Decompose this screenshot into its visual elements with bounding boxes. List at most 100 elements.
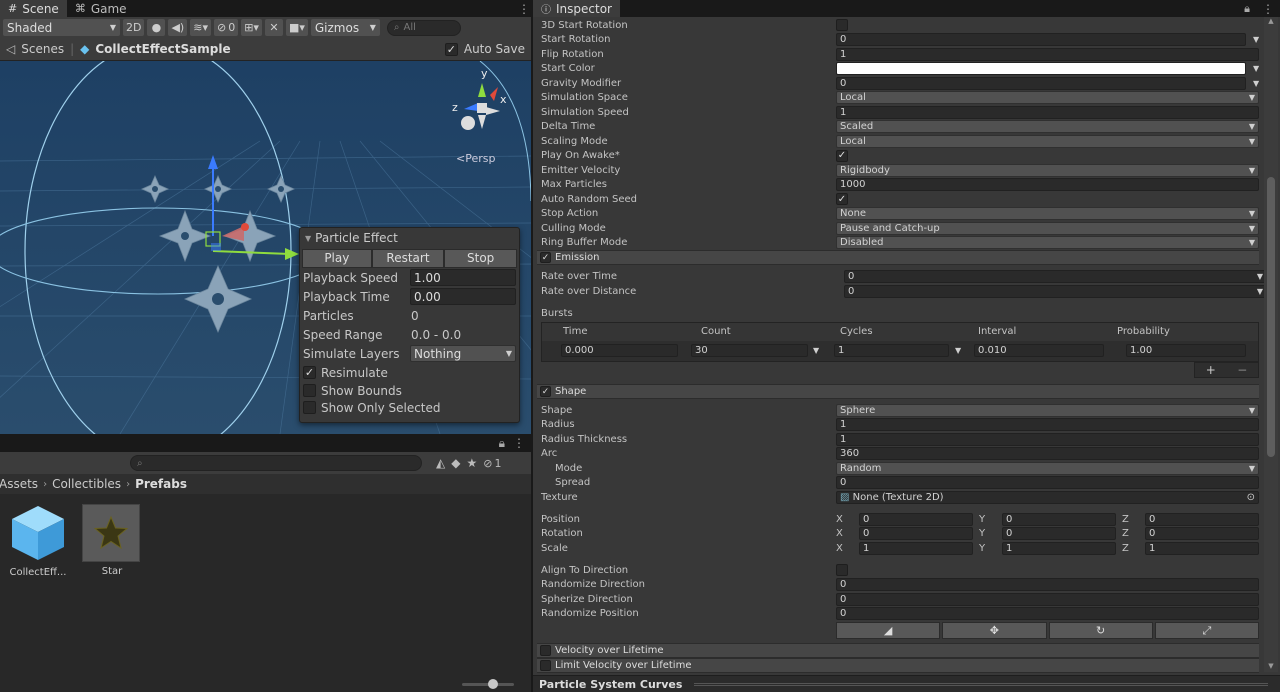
show-only-selected-checkbox[interactable] — [303, 401, 316, 414]
emitter-velocity-dropdown[interactable]: Rigidbody ▼ — [836, 163, 1259, 177]
position-x-input[interactable]: 0 — [859, 512, 973, 526]
object-picker-icon[interactable]: ⊙ — [1247, 492, 1255, 503]
burst-cycles-input[interactable]: 1 — [834, 344, 949, 357]
asset-item-star[interactable]: Star — [82, 504, 142, 582]
max-particles-input[interactable]: 1000 — [836, 178, 1259, 191]
scale-y-input[interactable]: 1 — [1002, 541, 1116, 555]
stop-action-dropdown[interactable]: None ▼ — [836, 207, 1259, 220]
drag-handle[interactable] — [694, 682, 1268, 686]
shape-module-header[interactable]: ✓ Shape — [537, 384, 1259, 399]
shading-dropdown[interactable]: Shaded ▼ — [3, 19, 120, 36]
rate-over-distance-input[interactable]: 0 ▼ — [844, 284, 1267, 298]
asset-item-collecteffect[interactable]: CollectEff... — [6, 504, 70, 582]
playback-speed-input[interactable]: 1.00 — [410, 269, 516, 286]
texture-object-field[interactable]: ▨ None (Texture 2D) ⊙ — [836, 490, 1259, 504]
burst-interval-input[interactable]: 0.010 — [974, 344, 1104, 357]
grid-toggle-icon[interactable]: ⊞▾ — [241, 19, 262, 36]
more-menu-icon[interactable]: ⋮ — [1256, 0, 1280, 17]
radius-thickness-input[interactable]: 1 — [836, 432, 1259, 446]
filter-label-icon[interactable]: ◆ — [451, 456, 460, 470]
arc-input[interactable]: 360 — [836, 447, 1259, 460]
scale-x-input[interactable]: 1 — [859, 541, 973, 555]
curve-dropdown-icon[interactable]: ▼ — [1253, 79, 1259, 88]
auto-random-seed-checkbox[interactable]: ✓ — [836, 193, 848, 205]
thumbnail-size-slider[interactable] — [462, 679, 514, 689]
limit-velocity-over-lifetime-checkbox[interactable] — [540, 660, 551, 671]
breadcrumb-collectibles[interactable]: Collectibles — [52, 477, 121, 491]
scale-tool-icon[interactable]: ⤢ — [1154, 622, 1259, 639]
breadcrumb-prefabs[interactable]: Prefabs — [135, 477, 187, 491]
audio-toggle-icon[interactable]: ◀) — [168, 19, 188, 36]
rotate-tool-icon[interactable]: ↻ — [1048, 622, 1153, 639]
randomize-direction-input[interactable]: 0 — [836, 578, 1259, 591]
auto-save-checkbox[interactable]: ✓ — [444, 42, 458, 56]
lock-icon[interactable]: 🔒︎ — [1238, 0, 1256, 17]
tab-inspector[interactable]: ⓘ Inspector — [533, 0, 620, 17]
breadcrumb-assets[interactable]: Assets — [0, 477, 38, 491]
spherize-direction-input[interactable]: 0 — [836, 592, 1259, 606]
add-burst-button[interactable]: + — [1206, 363, 1216, 377]
randomize-position-input[interactable]: 0 — [836, 607, 1259, 620]
shape-dropdown[interactable]: Sphere ▼ — [836, 403, 1259, 417]
gradient-dropdown-icon[interactable]: ▼ — [1253, 64, 1259, 73]
3d-start-rotation-checkbox[interactable] — [836, 19, 848, 31]
tab-scene[interactable]: # Scene — [0, 0, 67, 17]
tools-icon[interactable]: ✕ — [264, 19, 283, 36]
playback-time-input[interactable]: 0.00 — [410, 288, 516, 305]
burst-probability-input[interactable]: 1.00 — [1126, 344, 1246, 357]
emission-enabled-checkbox[interactable]: ✓ — [540, 252, 551, 263]
filter-type-icon[interactable]: ◭ — [436, 456, 445, 470]
play-on-awake-checkbox[interactable]: ✓ — [836, 149, 848, 162]
projection-toggle[interactable]: <Persp — [456, 152, 495, 165]
scrollbar-thumb[interactable] — [1267, 177, 1275, 457]
favorite-star-icon[interactable]: ★ — [466, 456, 477, 470]
slider-handle[interactable] — [488, 679, 498, 689]
burst-cycles-dropdown-icon[interactable]: ▼ — [955, 346, 961, 355]
burst-count-input[interactable]: 30 — [691, 344, 808, 357]
shape-enabled-checkbox[interactable]: ✓ — [540, 386, 551, 397]
scaling-mode-dropdown[interactable]: Local ▼ — [836, 134, 1259, 148]
rotation-y-input[interactable]: 0 — [1002, 527, 1116, 540]
back-icon[interactable]: ◁ — [6, 42, 15, 56]
emission-module-header[interactable]: ✓ Emission — [537, 250, 1259, 265]
show-bounds-checkbox[interactable] — [303, 384, 316, 397]
culling-mode-dropdown[interactable]: Pause and Catch-up ▼ — [836, 221, 1259, 235]
breadcrumb-scenes[interactable]: Scenes — [21, 42, 64, 56]
lighting-toggle-icon[interactable]: ● — [147, 19, 166, 36]
inspector-scrollbar[interactable]: ▲ ▼ — [1264, 17, 1278, 672]
curve-dropdown-icon[interactable]: ▼ — [1257, 272, 1263, 281]
particle-effect-header[interactable]: ▼ Particle Effect — [300, 228, 519, 248]
velocity-over-lifetime-checkbox[interactable] — [540, 645, 551, 656]
orientation-gizmo[interactable]: y z x — [450, 67, 514, 141]
more-menu-icon[interactable]: ⋮ — [513, 436, 525, 450]
start-color-swatch[interactable] — [836, 62, 1246, 75]
delta-time-dropdown[interactable]: Scaled ▼ — [836, 120, 1259, 133]
spread-input[interactable]: 0 — [836, 476, 1259, 489]
remove-burst-button[interactable]: − — [1237, 363, 1247, 377]
play-button[interactable]: Play — [302, 248, 372, 268]
rotation-x-input[interactable]: 0 — [859, 527, 973, 540]
velocity-over-lifetime-header[interactable]: Velocity over Lifetime — [537, 643, 1259, 658]
scale-z-input[interactable]: 1 — [1145, 541, 1259, 555]
start-rotation-input[interactable]: 0 — [836, 33, 1246, 46]
visibility-toggle[interactable]: ⊘ 0 — [213, 19, 239, 36]
tab-game[interactable]: ⌘ Game — [67, 0, 135, 17]
restart-button[interactable]: Restart — [371, 248, 445, 268]
simulation-space-dropdown[interactable]: Local ▼ — [836, 91, 1259, 104]
lock-icon[interactable]: 🔒︎ — [499, 436, 505, 451]
gizmos-dropdown[interactable]: Gizmos ▼ — [310, 19, 380, 36]
resimulate-checkbox[interactable]: ✓ — [303, 366, 316, 379]
ring-buffer-mode-dropdown[interactable]: Disabled ▼ — [836, 236, 1259, 249]
edit-shape-gizmo-icon[interactable]: ◢ — [836, 622, 941, 639]
gravity-modifier-input[interactable]: 0 — [836, 76, 1246, 90]
rotation-z-input[interactable]: 0 — [1145, 527, 1259, 540]
curve-dropdown-icon[interactable]: ▼ — [1253, 35, 1259, 44]
align-to-direction-checkbox[interactable] — [836, 564, 848, 576]
radius-input[interactable]: 1 — [836, 418, 1259, 431]
curves-panel-header[interactable]: Particle System Curves — [533, 675, 1280, 692]
scroll-up-icon[interactable]: ▲ — [1264, 17, 1278, 27]
limit-velocity-over-lifetime-header[interactable]: Limit Velocity over Lifetime — [537, 658, 1259, 673]
position-y-input[interactable]: 0 — [1002, 512, 1116, 526]
scene-search-input[interactable]: ⌕ All — [386, 19, 461, 36]
more-menu-icon[interactable]: ⋮ — [517, 0, 531, 17]
